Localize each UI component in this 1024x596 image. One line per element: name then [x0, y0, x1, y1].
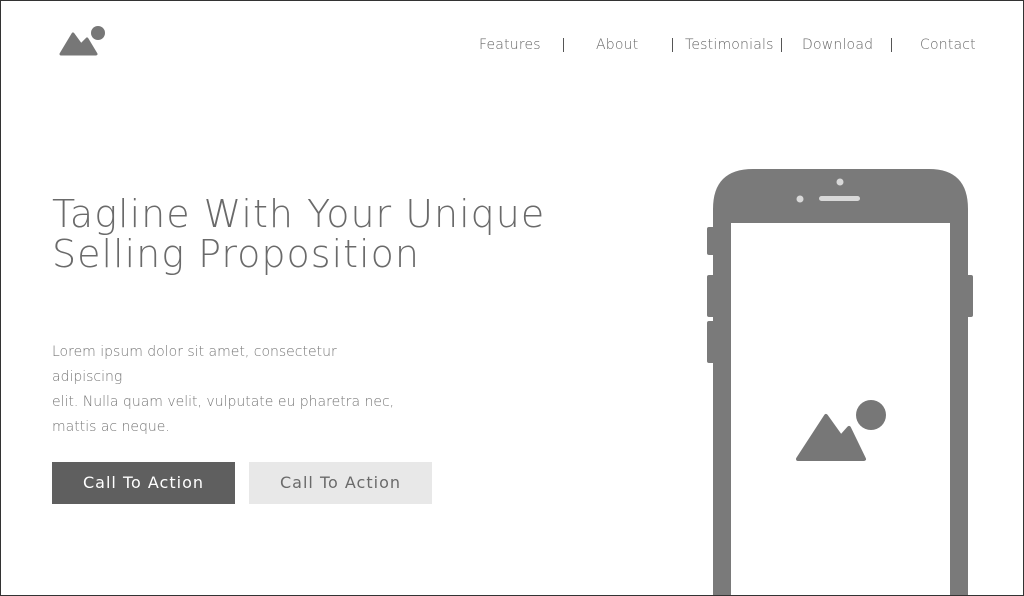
tagline-line-2: Selling Proposition	[52, 232, 420, 276]
main-nav: Features About Testimonials Download Con…	[456, 37, 991, 57]
description-line-2: elit. Nulla quam velit, vulputate eu pha…	[52, 394, 395, 410]
hero-description: Lorem ipsum dolor sit amet, consectetur …	[52, 340, 402, 440]
landing-page: Features About Testimonials Download Con…	[0, 0, 1024, 596]
nav-item-contact[interactable]: Contact	[920, 37, 976, 53]
tagline-line-1: Tagline With Your Unique	[52, 192, 546, 236]
nav-separator	[781, 38, 782, 52]
phone-camera-icon	[836, 178, 844, 186]
description-line-1: Lorem ipsum dolor sit amet, consectetur …	[52, 344, 337, 385]
nav-item-about[interactable]: About	[596, 37, 638, 53]
nav-item-download[interactable]: Download	[802, 37, 873, 53]
nav-separator	[672, 38, 673, 52]
hero-tagline: Tagline With Your Unique Selling Proposi…	[52, 194, 572, 274]
nav-separator	[563, 38, 564, 52]
nav-separator	[891, 38, 892, 52]
phone-sensor-icon	[796, 195, 804, 203]
phone-screen	[731, 223, 950, 595]
primary-cta-button[interactable]: Call To Action	[52, 462, 235, 504]
secondary-cta-button[interactable]: Call To Action	[249, 462, 432, 504]
phone-speaker	[819, 196, 860, 201]
nav-item-features[interactable]: Features	[479, 37, 541, 53]
logo-image-icon[interactable]	[59, 23, 109, 57]
nav-item-testimonials[interactable]: Testimonials	[685, 37, 774, 53]
phone-mockup	[707, 169, 973, 595]
description-line-3: mattis ac neque.	[52, 419, 170, 435]
